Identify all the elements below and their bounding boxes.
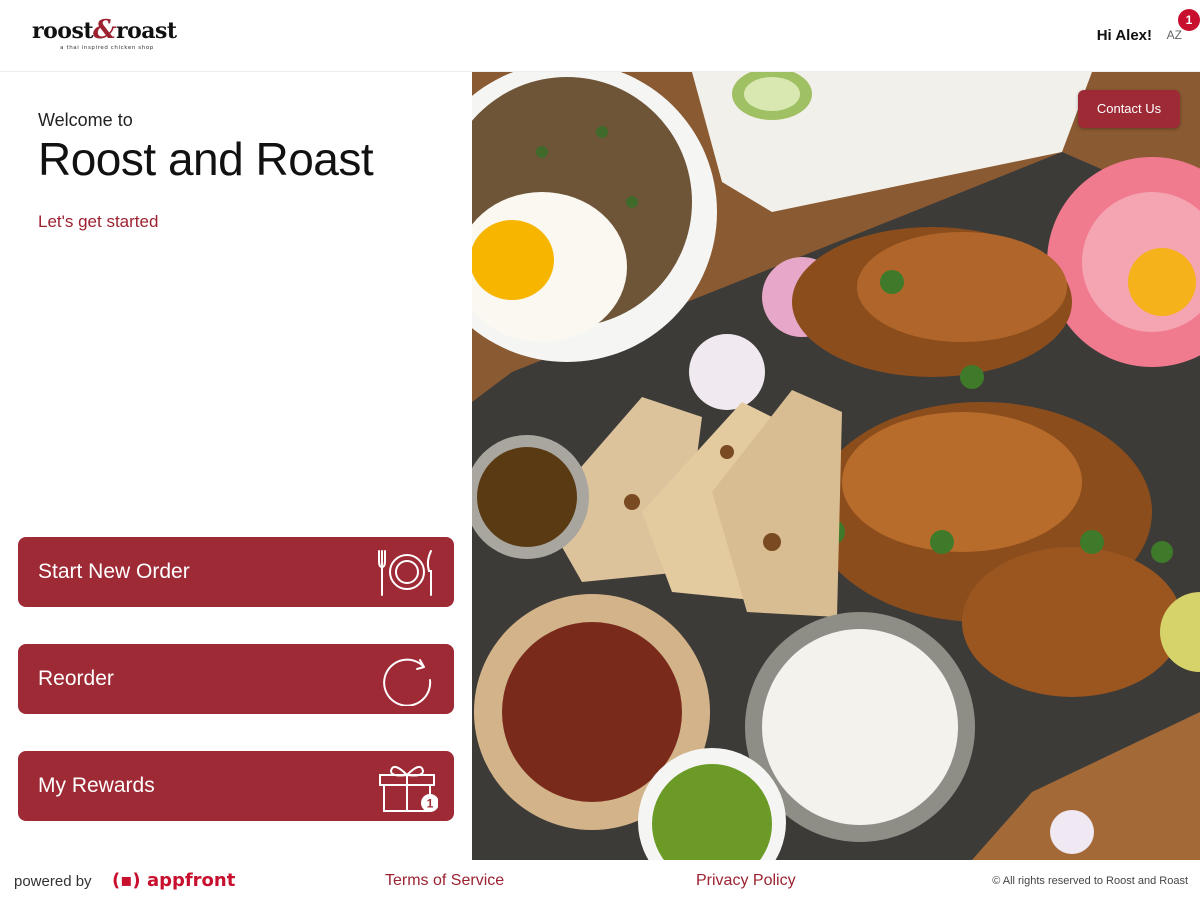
contact-us-button[interactable]: Contact Us <box>1078 90 1180 128</box>
page-title: Roost and Roast <box>38 133 374 185</box>
plate-fork-knife-icon <box>378 550 432 596</box>
welcome-panel: Welcome to Roost and Roast Let's get sta… <box>0 72 472 860</box>
logo[interactable]: roost&roast a thai inspired chicken shop <box>32 16 192 56</box>
powered-by-label: powered by <box>14 873 92 890</box>
logo-wordmark: roost&roast <box>32 15 177 45</box>
start-new-order-button[interactable]: Start New Order <box>18 537 454 607</box>
hero-food-image: Contact Us <box>472 72 1200 860</box>
gift-icon: 1 <box>379 765 438 812</box>
rewards-badge: 1 <box>427 797 434 811</box>
footer: powered by (▪) appfront Terms of Service… <box>0 860 1200 900</box>
food-platter-illustration <box>472 72 1200 860</box>
header: roost&roast a thai inspired chicken shop… <box>0 0 1200 72</box>
start-new-order-label: Start New Order <box>38 560 190 583</box>
appfront-mark: (▪) <box>112 870 141 891</box>
logo-tagline: a thai inspired chicken shop <box>60 45 154 51</box>
get-started-text: Let's get started <box>38 212 159 231</box>
refresh-circle-icon <box>383 658 432 706</box>
privacy-policy-link[interactable]: Privacy Policy <box>696 872 796 890</box>
reorder-label: Reorder <box>38 667 114 690</box>
user-greeting: Hi Alex! <box>1096 27 1152 44</box>
welcome-label: Welcome to <box>38 110 133 130</box>
appfront-brand: appfront <box>146 870 236 891</box>
copyright-text: © All rights reserved to Roost and Roast <box>992 875 1188 887</box>
notification-badge[interactable]: 1 <box>1178 9 1200 31</box>
my-rewards-button[interactable]: My Rewards 1 <box>18 751 454 821</box>
reorder-button[interactable]: Reorder <box>18 644 454 714</box>
avatar[interactable]: AZ <box>1167 28 1182 42</box>
appfront-logo[interactable]: (▪) appfront <box>112 870 235 891</box>
my-rewards-label: My Rewards <box>38 774 155 797</box>
terms-of-service-link[interactable]: Terms of Service <box>385 872 504 890</box>
